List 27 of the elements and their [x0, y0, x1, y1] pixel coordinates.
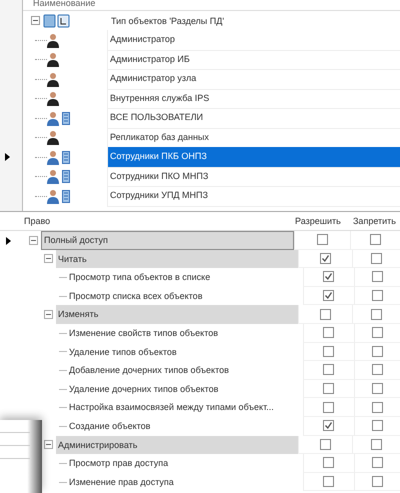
right-name: Читать [56, 250, 298, 268]
right-name: Просмотр прав доступа [69, 457, 170, 470]
right-name: Полный доступ [41, 231, 294, 250]
right-name: Администрировать [56, 436, 298, 454]
column-header[interactable]: Право [24, 216, 295, 226]
right-name: Просмотр типа объектов в списке [69, 271, 212, 284]
right-name: Удаление типов объектов [69, 346, 178, 359]
column-header[interactable]: Наименование [23, 0, 400, 11]
right-name: Добавление дочерних типов объектов [69, 364, 230, 378]
tree-item[interactable]: Администратор [107, 30, 400, 50]
tree-item[interactable]: Тип объектов 'Разделы ПД' [111, 16, 224, 26]
tree-item[interactable]: ВСЕ ПОЛЬЗОВАТЕЛИ [107, 108, 400, 128]
right-name: Изменять [56, 305, 298, 324]
right-name: Настройка взаимосвязей между типами объект... [69, 401, 275, 414]
column-header[interactable]: Разрешить [295, 216, 353, 226]
tree-item[interactable]: Администратор узла [107, 69, 400, 90]
right-name: Изменение прав доступа [69, 476, 175, 489]
tree-item[interactable]: Сотрудники ПКО МНПЗ [107, 166, 400, 187]
tree-item[interactable]: Сотрудники УПД МНПЗ [107, 186, 400, 206]
column-header[interactable]: Запретить [353, 216, 396, 226]
tree-item[interactable]: Администратор ИБ [107, 50, 400, 70]
right-name: Изменение свойств типов объектов [69, 326, 220, 340]
tree-item[interactable]: Внутренняя служба IPS [107, 88, 400, 109]
right-name: Создание объектов [69, 420, 152, 433]
tree-item[interactable]: Сотрудники ПКБ ОНПЗ [107, 147, 400, 168]
right-name: Просмотр списка всех объектов [69, 290, 204, 303]
right-name: Удаление дочерних типов объектов [69, 382, 220, 396]
